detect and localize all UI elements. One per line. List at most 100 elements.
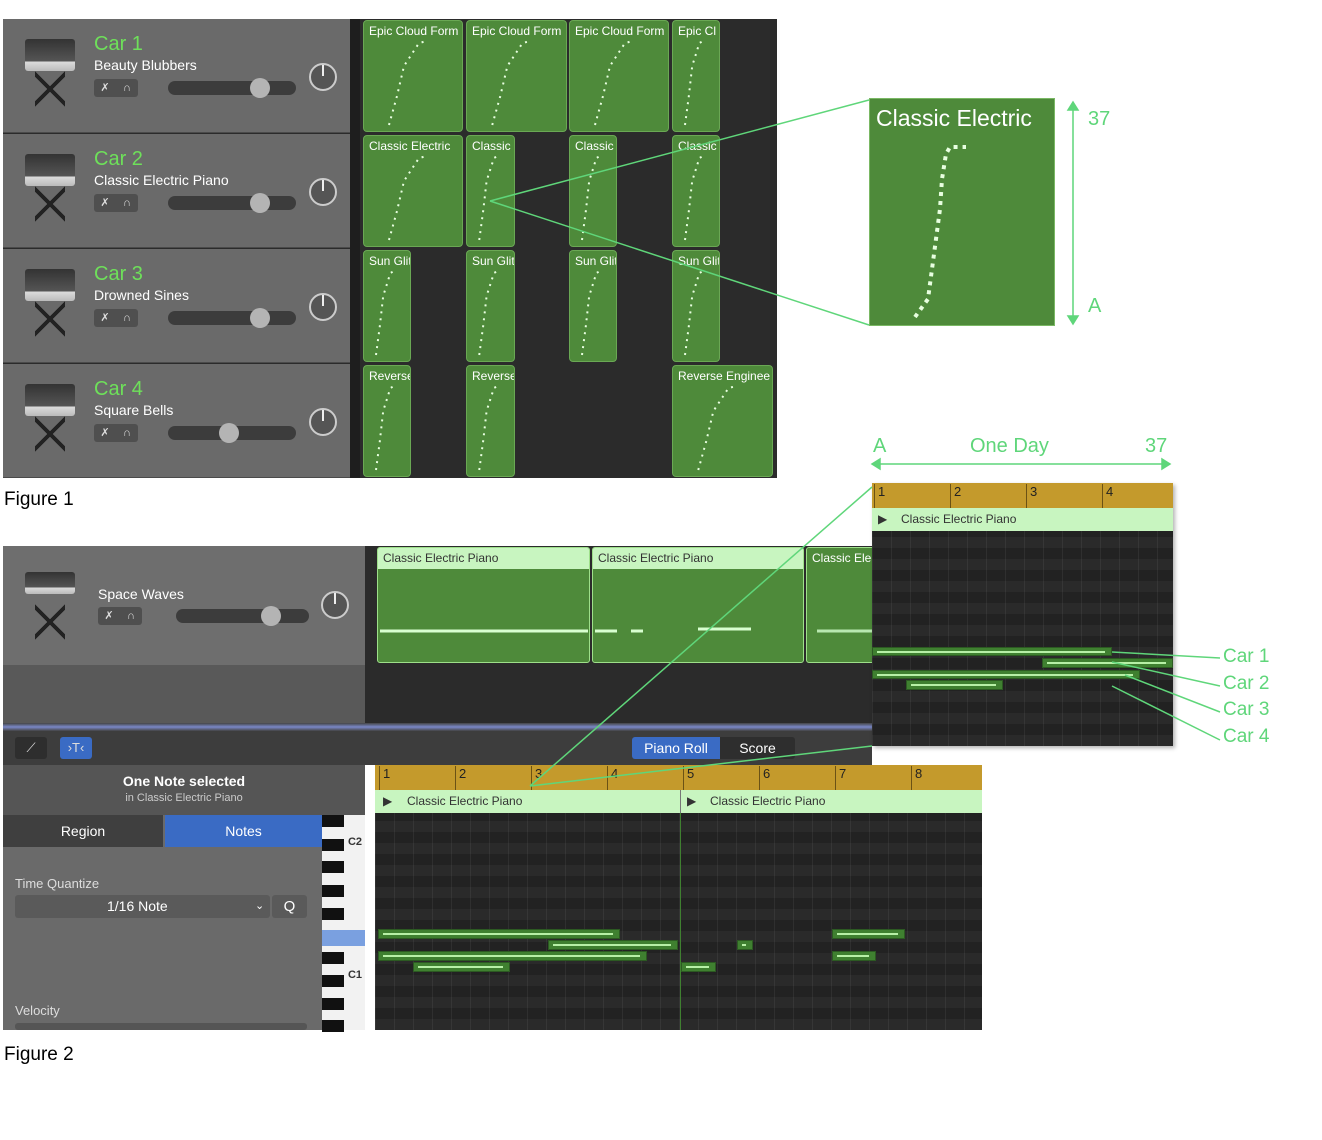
note[interactable] bbox=[378, 951, 647, 961]
note[interactable] bbox=[681, 962, 716, 972]
region[interactable]: Sun Glit bbox=[363, 250, 411, 362]
black-key[interactable] bbox=[322, 998, 344, 1010]
headphones-icon[interactable]: ∩ bbox=[116, 194, 138, 212]
track-header[interactable]: Car 3 Drowned Sines ✗ ∩ bbox=[3, 249, 350, 363]
volume-slider[interactable] bbox=[168, 193, 296, 213]
editor-toolbar: ⟋ ›T‹ Piano Roll Score bbox=[3, 731, 872, 765]
headphones-icon[interactable]: ∩ bbox=[116, 79, 138, 97]
black-key[interactable] bbox=[322, 839, 344, 851]
black-key[interactable] bbox=[322, 908, 344, 920]
track-header[interactable]: Car 1 Beauty Blubbers ✗ ∩ bbox=[3, 19, 350, 133]
zoomed-piano-roll: 1234 ▶ Classic Electric Piano bbox=[872, 483, 1173, 746]
tab-notes[interactable]: Notes bbox=[165, 815, 322, 847]
track-header[interactable]: Car 4 Square Bells ✗ ∩ bbox=[3, 364, 350, 478]
region[interactable]: Epic Cloud Form bbox=[363, 20, 463, 132]
region-notes bbox=[375, 270, 395, 356]
region-notes bbox=[388, 40, 428, 126]
volume-slider[interactable] bbox=[168, 78, 296, 98]
velocity-slider[interactable] bbox=[15, 1023, 307, 1030]
pan-knob[interactable] bbox=[321, 591, 349, 619]
track-name: Car 2 bbox=[94, 148, 143, 170]
mute-icon[interactable]: ✗ bbox=[94, 424, 116, 442]
track-name: Car 1 bbox=[94, 33, 143, 55]
mute-icon[interactable]: ✗ bbox=[94, 79, 116, 97]
tab-piano-roll[interactable]: Piano Roll bbox=[632, 737, 720, 759]
bar-number: 4 bbox=[607, 766, 618, 790]
piano-keyboard[interactable]: C2 C1 bbox=[322, 815, 365, 1032]
region[interactable]: Classic bbox=[569, 135, 617, 247]
black-key[interactable] bbox=[322, 885, 344, 897]
axis-mid-label: One Day bbox=[970, 435, 1049, 457]
piano-roll[interactable]: 1 2 3 4 5 6 7 8 ▶ Classic Electric Piano ▶ Clas… bbox=[375, 765, 982, 1030]
region[interactable]: Classic Electric Piano bbox=[377, 547, 590, 663]
black-key[interactable] bbox=[322, 952, 344, 964]
black-key[interactable] bbox=[322, 975, 344, 987]
pane-divider[interactable] bbox=[3, 723, 872, 731]
quantize-button[interactable]: Q bbox=[272, 895, 307, 918]
note[interactable] bbox=[548, 940, 678, 950]
callout-car-3: Car 3 bbox=[1223, 699, 1270, 720]
bar-ruler[interactable]: 1 2 3 4 5 6 7 8 bbox=[375, 765, 982, 790]
roll-region-label: Classic Electric Piano bbox=[407, 794, 523, 808]
region[interactable]: Sun Glit bbox=[672, 250, 720, 362]
region[interactable]: Epic Cloud Form bbox=[569, 20, 669, 132]
pan-knob[interactable] bbox=[309, 293, 337, 321]
inspector: One Note selected in Classic Electric Pi… bbox=[3, 765, 365, 1030]
pan-knob[interactable] bbox=[309, 63, 337, 91]
region[interactable]: Classic bbox=[672, 135, 720, 247]
track-header[interactable]: Car 2 Classic Electric Piano ✗ ∩ bbox=[3, 134, 350, 248]
black-key[interactable] bbox=[322, 861, 344, 873]
bar-number: 3 bbox=[1026, 484, 1037, 508]
region[interactable]: Classic Electric bbox=[363, 135, 463, 247]
callout-car-1: Car 1 bbox=[1223, 646, 1270, 667]
volume-slider[interactable] bbox=[176, 606, 309, 626]
black-key[interactable] bbox=[322, 815, 344, 827]
key-label-c1: C1 bbox=[347, 969, 362, 981]
bar-number: 4 bbox=[1102, 484, 1113, 508]
mute-icon[interactable]: ✗ bbox=[94, 194, 116, 212]
pan-knob[interactable] bbox=[309, 408, 337, 436]
headphones-icon[interactable]: ∩ bbox=[120, 607, 142, 625]
region[interactable]: Reverse bbox=[363, 365, 411, 477]
region[interactable]: Epic Cloud Form bbox=[466, 20, 567, 132]
note bbox=[872, 670, 1140, 679]
instrument-icon bbox=[17, 154, 81, 226]
region[interactable]: Reverse Enginee bbox=[672, 365, 773, 477]
black-key[interactable] bbox=[322, 1020, 344, 1032]
mute-icon[interactable]: ✗ bbox=[98, 607, 120, 625]
empty-track-area bbox=[3, 665, 365, 723]
region[interactable]: Classic Electric Piano bbox=[592, 547, 804, 663]
region[interactable]: Epic Cl bbox=[672, 20, 720, 132]
note[interactable] bbox=[378, 929, 620, 939]
keyboard-stand-icon bbox=[17, 572, 81, 644]
tab-score[interactable]: Score bbox=[720, 737, 795, 759]
track-name: Car 4 bbox=[94, 378, 143, 400]
zoomed-notes bbox=[913, 145, 966, 319]
time-quantize-dropdown[interactable]: 1/16 Note ⌄ bbox=[15, 895, 270, 918]
volume-slider[interactable] bbox=[168, 308, 296, 328]
region[interactable]: Sun Glit bbox=[466, 250, 515, 362]
region[interactable]: Sun Glit bbox=[569, 250, 617, 362]
automation-icon[interactable]: ⟋ bbox=[15, 737, 47, 759]
headphones-icon[interactable]: ∩ bbox=[116, 309, 138, 327]
region-boundary bbox=[680, 813, 681, 1030]
region[interactable]: Classic bbox=[466, 135, 515, 247]
axis-top-label: 37 bbox=[1088, 108, 1111, 130]
note-grid bbox=[375, 813, 982, 1030]
pan-knob[interactable] bbox=[309, 178, 337, 206]
region[interactable]: Reverse bbox=[466, 365, 515, 477]
track-instrument: Space Waves bbox=[98, 586, 184, 602]
figure1-caption: Figure 1 bbox=[4, 489, 74, 510]
note[interactable] bbox=[832, 951, 876, 961]
note bbox=[872, 647, 1112, 656]
note[interactable] bbox=[832, 929, 905, 939]
headphones-icon[interactable]: ∩ bbox=[116, 424, 138, 442]
note[interactable] bbox=[737, 940, 753, 950]
region-notes bbox=[375, 385, 395, 471]
region-notes bbox=[684, 40, 704, 126]
catch-playhead-icon[interactable]: ›T‹ bbox=[60, 737, 92, 759]
tab-region[interactable]: Region bbox=[3, 815, 163, 847]
volume-slider[interactable] bbox=[168, 423, 296, 443]
mute-icon[interactable]: ✗ bbox=[94, 309, 116, 327]
note[interactable] bbox=[413, 962, 510, 972]
